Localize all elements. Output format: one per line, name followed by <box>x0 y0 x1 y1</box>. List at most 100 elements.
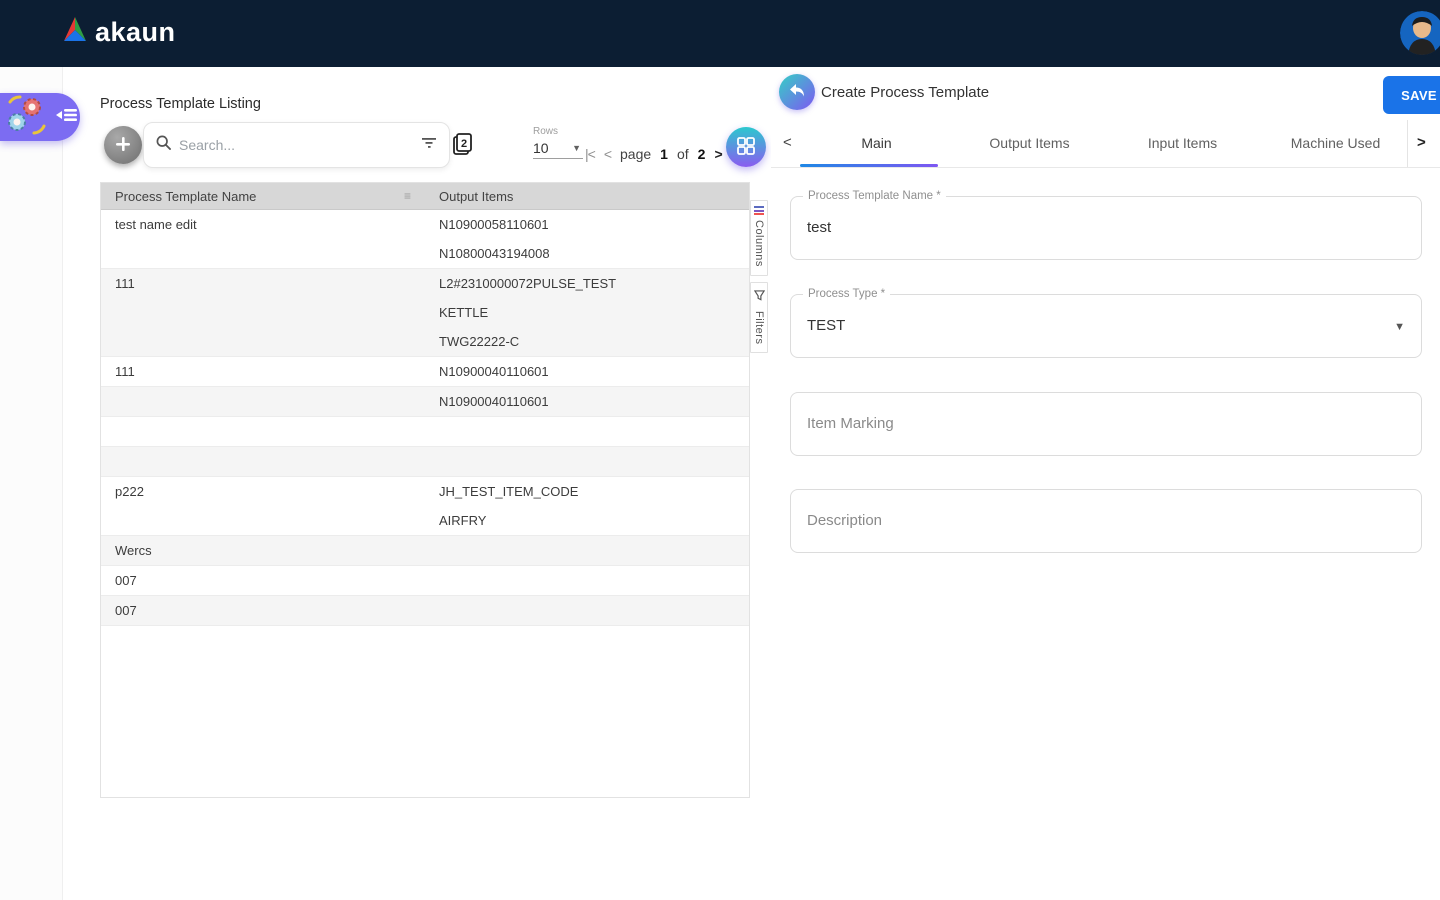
table-row[interactable]: p222JH_TEST_ITEM_CODEAIRFRY <box>101 477 749 536</box>
cell-template-name: test name edit <box>101 210 425 268</box>
cell-output-items: L2#2310000072PULSE_TESTKETTLETWG22222-C <box>425 269 749 356</box>
columns-icon <box>754 206 764 215</box>
workspace-menu-button[interactable] <box>0 93 80 141</box>
table-row[interactable] <box>101 447 749 477</box>
back-button[interactable] <box>779 74 815 110</box>
table-body: test name editN10900058110601N1080004319… <box>101 210 749 798</box>
table-row[interactable]: Wercs <box>101 536 749 566</box>
tabs-scroll-right-icon[interactable]: > <box>1417 134 1426 151</box>
tab-input-items[interactable]: Input Items <box>1106 120 1259 167</box>
grid-view-button[interactable] <box>726 127 766 167</box>
prev-page-icon[interactable]: < <box>604 146 611 162</box>
dropdown-caret-icon: ▼ <box>572 143 581 153</box>
top-bar: akaun <box>0 0 1440 67</box>
output-item-line: N10900058110601 <box>439 210 735 239</box>
plus-icon <box>115 136 131 155</box>
cell-template-name <box>101 447 425 476</box>
filter-funnel-icon <box>754 288 765 306</box>
column-header-name[interactable]: Process Template Name ≡ <box>101 183 425 209</box>
cell-output-items <box>425 447 749 476</box>
pagination: |< < page 1 of 2 > >| <box>585 146 741 162</box>
drag-handle-icon[interactable]: ≡ <box>404 189 411 203</box>
columns-panel-toggle[interactable]: Columns <box>750 200 768 276</box>
table-row[interactable]: 111 N10900040110601 <box>101 357 749 387</box>
filters-panel-toggle[interactable]: Filters <box>750 282 768 353</box>
add-template-button[interactable] <box>104 126 142 164</box>
table-row[interactable] <box>101 417 749 447</box>
table-side-strip: Columns Filters <box>750 200 768 359</box>
output-item-line: AIRFRY <box>439 506 735 535</box>
menu-expand-icon <box>56 106 78 129</box>
create-process-template-panel: Create Process Template SAVE < Main Outp… <box>771 67 1440 900</box>
process-template-name-field[interactable]: Process Template Name * test <box>790 196 1422 260</box>
cell-template-name: 007 <box>101 596 425 625</box>
gears-icon <box>4 94 50 141</box>
table-header: Process Template Name ≡ Output Items <box>101 183 749 210</box>
output-item-line: KETTLE <box>439 298 735 327</box>
tabs-divider <box>1407 120 1408 167</box>
page-word: page <box>620 146 651 162</box>
cell-output-items: N10900040110601 <box>425 357 749 386</box>
table-row[interactable]: N10900040110601 <box>101 387 749 417</box>
cell-output-items: N10900058110601N10800043194008 <box>425 210 749 268</box>
back-arrow-icon <box>788 83 806 102</box>
item-marking-field[interactable]: Item Marking <box>790 392 1422 456</box>
table-row[interactable]: 007 <box>101 596 749 626</box>
process-type-select[interactable]: Process Type * TEST ▼ <box>790 294 1422 358</box>
detail-title: Create Process Template <box>821 84 989 101</box>
active-tab-indicator <box>800 164 938 167</box>
process-template-table: Process Template Name ≡ Output Items tes… <box>100 182 750 798</box>
logo-triangle-icon <box>62 16 88 49</box>
left-sidebar <box>0 67 63 900</box>
output-item-line: JH_TEST_ITEM_CODE <box>439 477 735 506</box>
output-item-line: TWG22222-C <box>439 327 735 356</box>
page-title: Process Template Listing <box>100 96 261 112</box>
brand-logo: akaun <box>62 16 176 49</box>
cell-template-name: 111 <box>101 269 425 356</box>
detail-tabs-bar: < Main Output Items Input Items Machine … <box>771 120 1440 168</box>
output-item-line: L2#2310000072PULSE_TEST <box>439 269 735 298</box>
column-header-outputs[interactable]: Output Items <box>425 183 749 209</box>
cell-output-items <box>425 417 749 446</box>
table-row[interactable]: 111L2#2310000072PULSE_TESTKETTLETWG22222… <box>101 269 749 357</box>
search-box <box>143 122 450 168</box>
filter-lines-icon[interactable] <box>422 136 437 154</box>
app-root: akaun <box>0 0 1440 900</box>
output-item-line: N10900040110601 <box>439 387 735 416</box>
cell-template-name: 007 <box>101 566 425 595</box>
search-input[interactable] <box>179 137 414 153</box>
cell-output-items: N10900040110601 <box>425 387 749 416</box>
tab-machine-used[interactable]: Machine Used <box>1259 120 1412 167</box>
tab-main[interactable]: Main <box>800 120 953 167</box>
cell-output-items <box>425 536 749 565</box>
table-row[interactable]: test name editN10900058110601N1080004319… <box>101 210 749 269</box>
rows-label: Rows <box>533 126 595 137</box>
tab-output-items[interactable]: Output Items <box>953 120 1106 167</box>
cell-template-name: Wercs <box>101 536 425 565</box>
output-item-line: N10900040110601 <box>439 357 735 386</box>
table-row[interactable]: 007 <box>101 566 749 596</box>
dropdown-caret-icon[interactable]: ▼ <box>1394 321 1405 333</box>
total-pages: 2 <box>698 146 706 162</box>
output-item-line: N10800043194008 <box>439 239 735 268</box>
cell-template-name <box>101 387 425 416</box>
of-word: of <box>677 146 689 162</box>
cell-output-items <box>425 596 749 625</box>
logo-text: akaun <box>95 17 176 48</box>
pages-icon[interactable]: 2 <box>452 131 474 162</box>
save-button[interactable]: SAVE <box>1383 76 1440 114</box>
cell-output-items: JH_TEST_ITEM_CODEAIRFRY <box>425 477 749 535</box>
cell-template-name: 111 <box>101 357 425 386</box>
description-field[interactable]: Description <box>790 489 1422 553</box>
search-icon <box>156 135 171 155</box>
process-template-listing-panel: Process Template Listing <box>63 67 771 900</box>
first-page-icon[interactable]: |< <box>585 146 595 162</box>
rows-value: 10 <box>533 140 549 156</box>
tabs-scroll-left-icon[interactable]: < <box>783 134 792 151</box>
cell-output-items <box>425 566 749 595</box>
cell-template-name: p222 <box>101 477 425 535</box>
grid-icon <box>737 137 755 158</box>
user-avatar[interactable] <box>1398 9 1440 57</box>
cell-template-name <box>101 417 425 446</box>
next-page-icon[interactable]: > <box>714 146 721 162</box>
